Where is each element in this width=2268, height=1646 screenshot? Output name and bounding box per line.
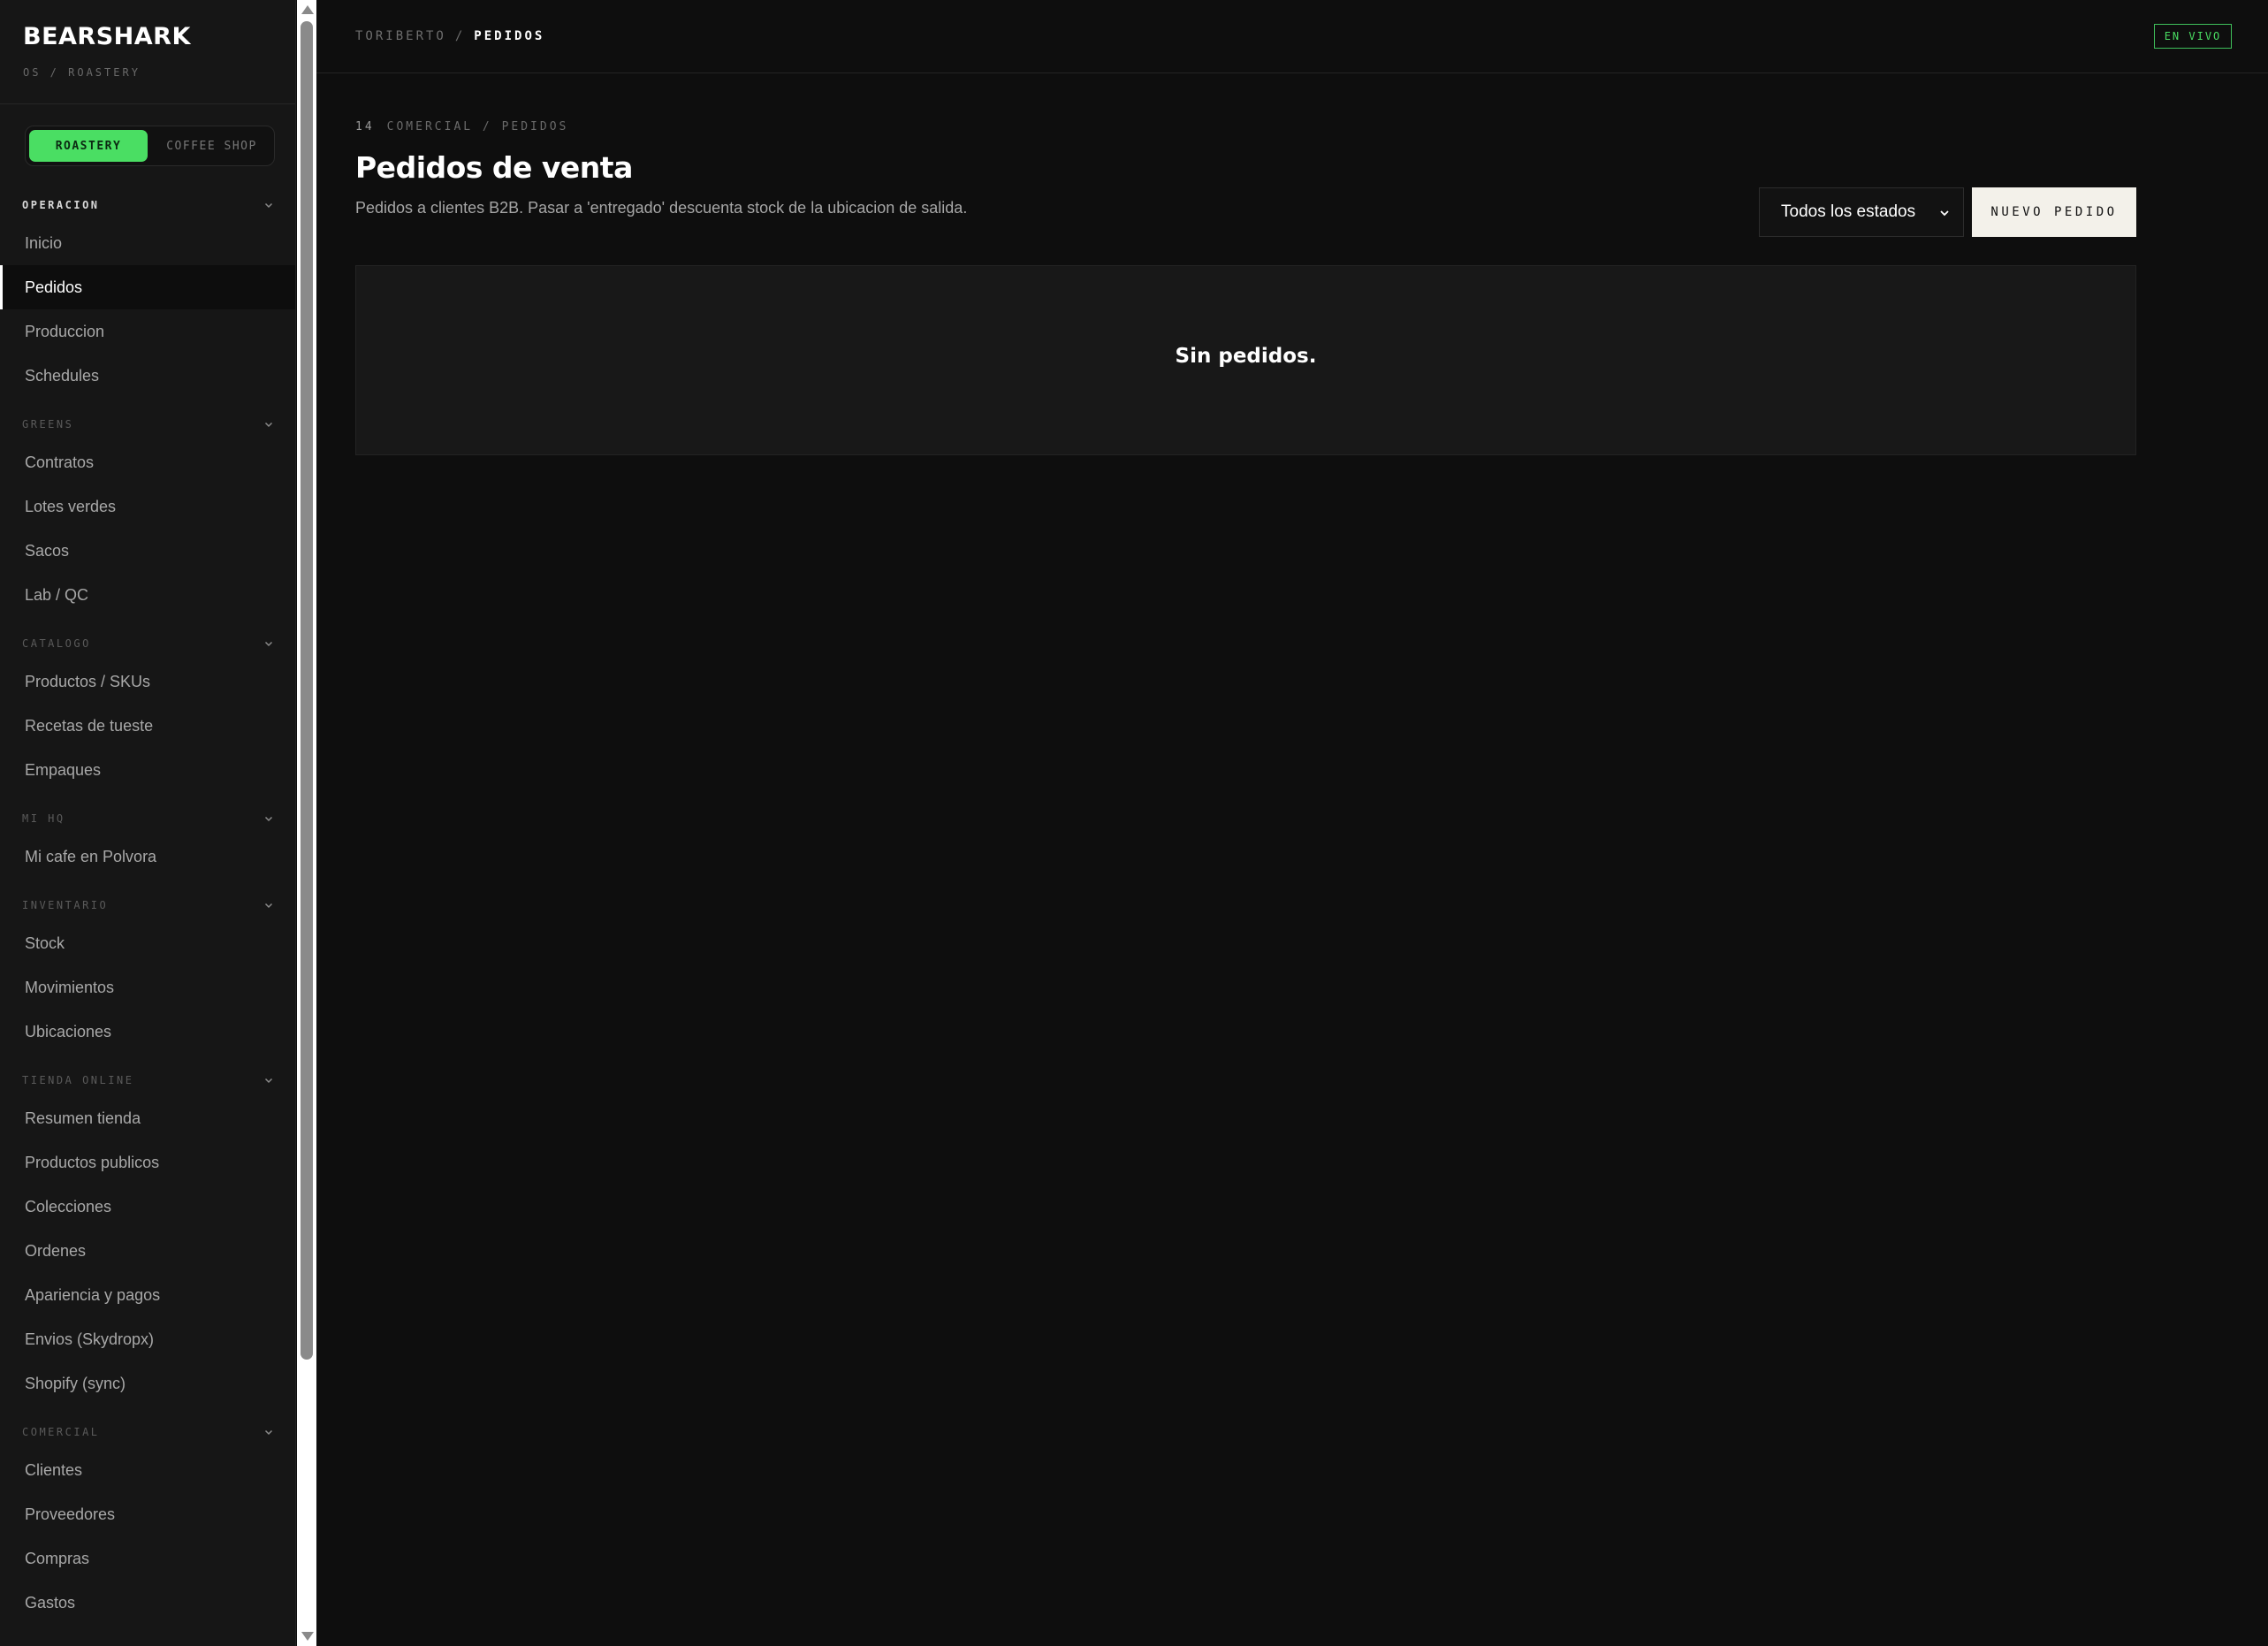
chevron-down-icon[interactable] [263,419,274,430]
sidebar-item-inicio[interactable]: Inicio [0,221,295,265]
nav-group-equipo: EQUIPO [0,1635,295,1646]
nav-group-greens: GREENS Contratos Lotes verdes Sacos Lab / QC [0,408,295,617]
sidebar-item-pedidos[interactable]: Pedidos [0,265,295,309]
sidebar-item-lotes-verdes[interactable]: Lotes verdes [0,484,295,529]
page-path: COMERCIAL / PEDIDOS [386,120,569,133]
orders-empty-state: Sin pedidos. [355,265,2136,455]
sidebar-item-apariencia-y-pagos[interactable]: Apariencia y pagos [0,1273,295,1317]
sidebar-item-clientes[interactable]: Clientes [0,1448,295,1492]
sidebar-item-sacos[interactable]: Sacos [0,529,295,573]
scroll-down-arrow-icon[interactable] [301,1632,314,1641]
nav-group-tienda-online: TIENDA ONLINE Resumen tienda Productos pub… [0,1064,295,1406]
sidebar-item-mi-cafe-en-polvora[interactable]: Mi cafe en Polvora [0,834,295,879]
sidebar-item-shopify-sync[interactable]: Shopify (sync) [0,1361,295,1406]
chevron-down-icon[interactable] [263,813,274,824]
topbar: TORIBERTO / PEDIDOS EN VIVO [316,0,2268,73]
page-description: Pedidos a clientes B2B. Pasar a 'entrega… [355,199,968,217]
chevron-down-icon[interactable] [263,1427,274,1437]
empty-message: Sin pedidos. [1175,344,1317,368]
sidebar-item-productos-publicos[interactable]: Productos publicos [0,1140,295,1185]
nav-group-header[interactable]: INVENTARIO [0,889,295,921]
status-filter-value: Todos los estados [1781,202,1916,221]
nav-group-header[interactable]: EQUIPO [0,1635,295,1646]
nav-group-label: CATALOGO [22,637,91,650]
sidebar-item-ubicaciones[interactable]: Ubicaciones [0,1010,295,1054]
sidebar-item-recetas-de-tueste[interactable]: Recetas de tueste [0,704,295,748]
new-order-button[interactable]: NUEVO PEDIDO [1972,187,2136,237]
nav-group-header[interactable]: OPERACION [0,189,295,221]
nav-group-header[interactable]: TIENDA ONLINE [0,1064,295,1096]
nav-group-label: INVENTARIO [22,899,109,911]
sidebar-scrollbar[interactable] [297,0,316,1646]
mode-switch: ROASTERY COFFEE SHOP [25,126,275,166]
page-number: 14 [355,120,375,133]
chevron-down-icon [1940,210,1949,217]
scrollbar-thumb[interactable] [301,21,313,1360]
nav-group-header[interactable]: GREENS [0,408,295,440]
page-meta: 14 COMERCIAL / PEDIDOS [355,120,568,133]
scroll-up-arrow-icon[interactable] [301,5,314,14]
chevron-down-icon[interactable] [263,900,274,911]
mode-coffee-shop-button[interactable]: COFFEE SHOP [153,130,270,162]
sidebar-item-colecciones[interactable]: Colecciones [0,1185,295,1229]
breadcrumb-root[interactable]: TORIBERTO [355,29,446,43]
sidebar-item-contratos[interactable]: Contratos [0,440,295,484]
sidebar-nav: OPERACION Inicio Pedidos Produccion Schedule… [0,189,295,1646]
nav-group-label: COMERCIAL [22,1426,100,1438]
sidebar-item-resumen-tienda[interactable]: Resumen tienda [0,1096,295,1140]
sidebar-item-gastos[interactable]: Gastos [0,1581,295,1625]
chevron-down-icon[interactable] [263,1075,274,1086]
breadcrumb-separator: / [454,29,466,43]
nav-group-header[interactable]: COMERCIAL [0,1416,295,1448]
sidebar-item-movimientos[interactable]: Movimientos [0,965,295,1010]
sidebar-item-productos-skus[interactable]: Productos / SKUs [0,659,295,704]
sidebar-item-empaques[interactable]: Empaques [0,748,295,792]
nav-group-inventario: INVENTARIO Stock Movimientos Ubicaciones [0,889,295,1054]
chevron-down-icon[interactable] [263,200,274,210]
sidebar-item-schedules[interactable]: Schedules [0,354,295,398]
breadcrumb: TORIBERTO / PEDIDOS [355,29,544,43]
chevron-down-icon[interactable] [263,638,274,649]
brand-logo[interactable]: BEARSHARK [23,23,272,50]
mode-roastery-button[interactable]: ROASTERY [29,130,148,162]
nav-group-operacion: OPERACION Inicio Pedidos Produccion Schedule… [0,189,295,398]
nav-group-comercial: COMERCIAL Clientes Proveedores Compras Gasto… [0,1416,295,1625]
sidebar-item-stock[interactable]: Stock [0,921,295,965]
breadcrumb-current: PEDIDOS [474,29,545,43]
page-title: Pedidos de venta [355,150,633,185]
nav-group-label: GREENS [22,418,74,431]
brand-subtitle: OS / ROASTERY [23,66,141,79]
sidebar-item-compras[interactable]: Compras [0,1536,295,1581]
main-content: 14 COMERCIAL / PEDIDOS Pedidos de venta P… [316,74,2268,1646]
sidebar-item-envios-skydropx[interactable]: Envios (Skydropx) [0,1317,295,1361]
nav-group-label: OPERACION [22,199,100,211]
live-status-badge: EN VIVO [2154,24,2232,49]
nav-group-mi-hq: MI HQ Mi cafe en Polvora [0,803,295,879]
sidebar-item-proveedores[interactable]: Proveedores [0,1492,295,1536]
nav-group-header[interactable]: CATALOGO [0,628,295,659]
sidebar-item-ordenes[interactable]: Ordenes [0,1229,295,1273]
nav-group-header[interactable]: MI HQ [0,803,295,834]
nav-group-label: MI HQ [22,812,65,825]
brand: BEARSHARK OS / ROASTERY [0,0,295,104]
sidebar-item-lab-qc[interactable]: Lab / QC [0,573,295,617]
sidebar-item-produccion[interactable]: Produccion [0,309,295,354]
sidebar: BEARSHARK OS / ROASTERY ROASTERY COFFEE … [0,0,296,1646]
nav-group-catalogo: CATALOGO Productos / SKUs Recetas de tuest… [0,628,295,792]
status-filter-select[interactable]: Todos los estados [1759,187,1964,237]
nav-group-label: TIENDA ONLINE [22,1074,134,1086]
